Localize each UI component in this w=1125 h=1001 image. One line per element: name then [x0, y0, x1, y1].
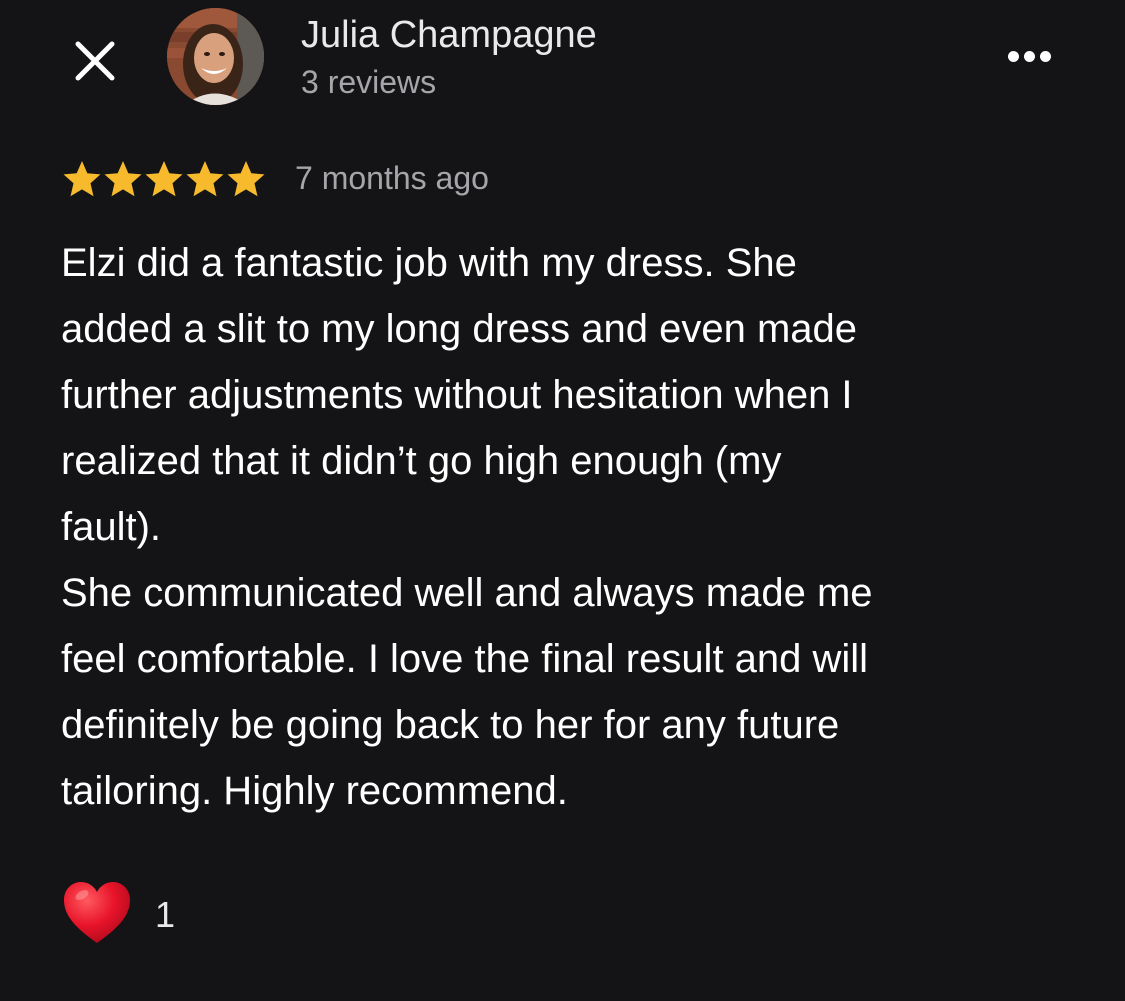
avatar[interactable] — [167, 8, 264, 105]
star-icon — [186, 161, 224, 197]
review-text-line: fault). — [61, 505, 162, 549]
review-text-line: Elzi did a fantastic job with my dress. … — [61, 241, 797, 285]
avatar-photo — [167, 8, 264, 105]
star-icon — [145, 161, 183, 197]
review-text-line: definitely be going back to her for any … — [61, 703, 840, 747]
review-text-line: further adjustments without hesitation w… — [61, 373, 853, 417]
star-icon — [227, 161, 265, 197]
more-dot — [1039, 50, 1051, 62]
star-icon — [104, 161, 142, 197]
review-count: 3 reviews — [301, 64, 437, 100]
review-text-line: added a slit to my long dress and even m… — [61, 307, 858, 351]
review-date: 7 months ago — [295, 160, 489, 196]
like-button[interactable] — [62, 880, 132, 946]
more-options-button[interactable] — [992, 30, 1066, 82]
review-text-line: She communicated well and always made me — [61, 571, 873, 615]
star-rating — [62, 160, 266, 198]
close-icon — [75, 41, 115, 81]
author-name[interactable]: Julia Champagne — [301, 12, 597, 58]
like-count: 1 — [155, 894, 176, 935]
more-dot — [1007, 50, 1019, 62]
close-button[interactable] — [62, 28, 128, 94]
review-text: Elzi did a fantastic job with my dress. … — [61, 230, 1071, 824]
review-text-line: realized that it didn’t go high enough (… — [61, 439, 782, 483]
more-dot — [1023, 50, 1035, 62]
review-text-line: tailoring. Highly recommend. — [61, 769, 568, 813]
star-icon — [63, 161, 101, 197]
review-text-line: feel comfortable. I love the final resul… — [61, 637, 869, 681]
heart-icon — [64, 882, 130, 943]
